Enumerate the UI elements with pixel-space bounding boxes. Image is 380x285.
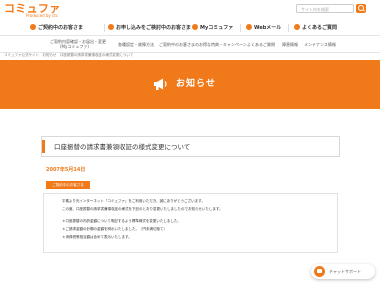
chat-support-button[interactable]: チャットサポート bbox=[311, 264, 375, 279]
article-date: 2007年5月14日 bbox=[46, 167, 86, 173]
heading-accent-bar bbox=[42, 140, 45, 153]
article-list-item: ＊口座振替の内訳金額について明記するよう標準様式を変更いたしました。 bbox=[62, 219, 181, 223]
search-input[interactable]: サイト内を検索 bbox=[296, 4, 354, 13]
article-paragraph: この度、口座振替の請求書兼領収証の様式を下記のとおり変更いたしましたのでお知らせ… bbox=[62, 207, 223, 211]
gnav-label: Myコミュファ bbox=[200, 25, 234, 31]
gnav-label: お申し込みをご検討中のお客さま bbox=[116, 25, 192, 31]
subnav-maintenance[interactable]: メンテナンス情報 bbox=[304, 42, 336, 47]
subnav-faq[interactable]: よくあるご質問 bbox=[247, 42, 275, 47]
search-button[interactable] bbox=[356, 4, 366, 13]
chat-label: チャットサポート bbox=[329, 269, 361, 274]
category-badge: ご契約中のお客さま bbox=[46, 181, 90, 189]
gnav-label: Webメール bbox=[254, 25, 282, 31]
global-nav: ご契約中のお客さま お申し込みをご検討中のお客さま Myコミュファ Webメール… bbox=[0, 20, 380, 36]
article-heading-box: 口座振替の請求書兼領収証の様式変更について bbox=[41, 136, 340, 157]
site-logo[interactable]: コミュファ Produced by ctc bbox=[4, 3, 64, 19]
divider bbox=[104, 24, 105, 32]
article-list-item: ＊消費税等相当額は含めて表示いたします。 bbox=[62, 235, 132, 239]
gnav-current-customers[interactable]: ご契約中のお客さま bbox=[30, 24, 83, 32]
article-body: 平素より光インターネット「コミュファ」をご利用いただき、誠にありがとうございます… bbox=[43, 193, 338, 253]
divider bbox=[186, 24, 187, 32]
chat-icon bbox=[314, 266, 325, 277]
subnav-label: (Myコミュファ) bbox=[60, 44, 89, 49]
person-icon bbox=[30, 24, 36, 30]
article-title: 口座振替の請求書兼領収証の様式変更について bbox=[54, 143, 191, 151]
subnav-contract-info-sub[interactable]: (Myコミュファ) bbox=[60, 44, 89, 49]
logo-subtext: Produced by ctc bbox=[26, 13, 59, 18]
heart-icon bbox=[192, 24, 198, 30]
site-header: コミュファ Produced by ctc サイト内を検索 bbox=[0, 0, 380, 20]
subnav-label: よくあるご質問 bbox=[247, 42, 275, 47]
page-title: お知らせ bbox=[176, 79, 216, 89]
article-list-item: ＊ご請求金額の計欄の金額を明示いたしました。（円未満切捨て） bbox=[62, 227, 167, 231]
gnav-faq[interactable]: よくあるご質問 bbox=[294, 24, 337, 32]
subnav-settings[interactable]: 各種設定・故障方法 bbox=[118, 42, 154, 47]
cart-icon bbox=[108, 24, 114, 30]
subnav-label: ご契約中のお客さまのお得な特典・キャンペーン bbox=[159, 42, 247, 47]
mail-icon bbox=[246, 24, 252, 30]
gnav-label: ご契約中のお客さま bbox=[38, 25, 84, 31]
subnav-outage[interactable]: 障害情報 bbox=[282, 42, 298, 47]
breadcrumb[interactable]: コミュファ公式サイト お知らせ 口座振替の請求書兼領収証の様式変更について bbox=[4, 53, 133, 58]
subnav-label: 各種設定・故障方法 bbox=[118, 42, 154, 47]
sub-nav: ご契約内容確認・お届出・変更 (Myコミュファ) 各種設定・故障方法 ご契約中の… bbox=[0, 36, 380, 53]
search-icon bbox=[358, 5, 364, 11]
gnav-my-commufa[interactable]: Myコミュファ bbox=[192, 24, 233, 32]
gnav-prospective-customers[interactable]: お申し込みをご検討中のお客さま bbox=[108, 24, 191, 32]
subnav-label: メンテナンス情報 bbox=[304, 42, 336, 47]
divider bbox=[240, 24, 241, 32]
subnav-label: 障害情報 bbox=[282, 42, 298, 47]
gnav-webmail[interactable]: Webメール bbox=[246, 24, 281, 32]
subnav-campaign[interactable]: ご契約中のお客さまのお得な特典・キャンペーン bbox=[159, 42, 247, 47]
megaphone-icon bbox=[154, 78, 167, 90]
divider bbox=[288, 24, 289, 32]
article-paragraph: 平素より光インターネット「コミュファ」をご利用いただき、誠にありがとうございます… bbox=[62, 199, 205, 203]
gnav-label: よくあるご質問 bbox=[302, 25, 338, 31]
question-icon bbox=[294, 24, 300, 30]
